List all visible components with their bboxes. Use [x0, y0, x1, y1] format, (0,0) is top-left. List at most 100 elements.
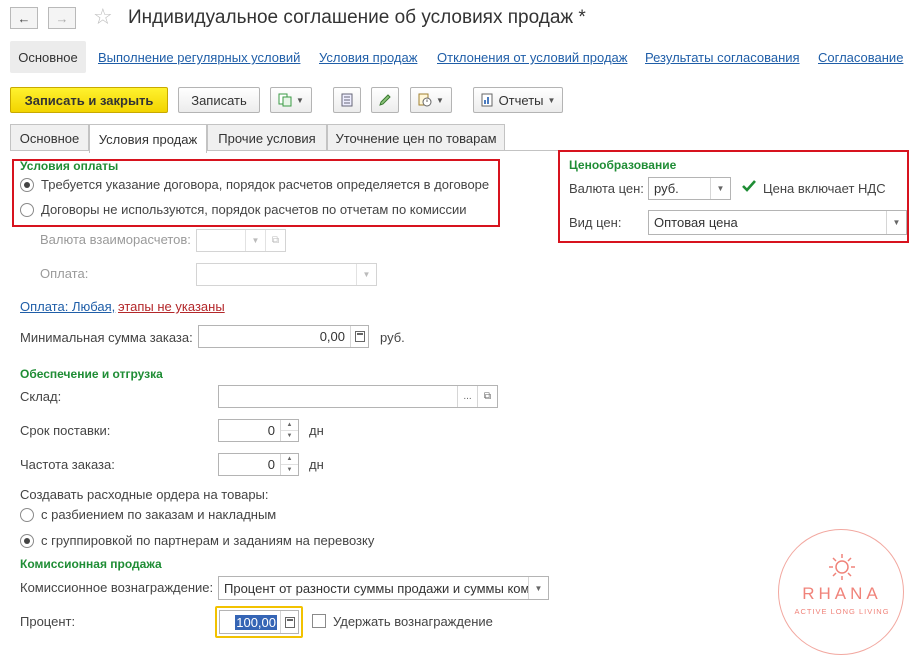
favorite-star-icon[interactable]: ☆ — [93, 4, 113, 30]
payment-label: Оплата: — [40, 266, 89, 281]
nav-link-label: Основное — [18, 49, 78, 65]
calculator-icon[interactable] — [350, 326, 368, 347]
brand-name: RHANA — [802, 584, 882, 603]
lead-time-label: Срок поставки: — [20, 423, 111, 438]
percent-value: 100,00 — [235, 614, 277, 630]
save-label: Записать — [191, 92, 247, 108]
orders-group-label[interactable]: с группировкой по партнерам и заданиям н… — [41, 533, 374, 548]
chevron-down-icon[interactable]: ▼ — [710, 178, 730, 199]
payment-option-commission-label[interactable]: Договоры не используются, порядок расчет… — [41, 202, 467, 217]
commission-reward-field[interactable]: Процент от разности суммы продажи и сумм… — [218, 576, 549, 600]
min-order-label: Минимальная сумма заказа: — [20, 330, 193, 345]
tab-label: Уточнение цен по товарам — [335, 130, 497, 146]
vat-included-label[interactable]: Цена включает НДС — [763, 181, 886, 196]
nav-link-deviations[interactable]: Отклонения от условий продаж — [437, 50, 627, 65]
vat-included-checkbox[interactable] — [742, 180, 756, 195]
back-button[interactable]: ← — [10, 7, 38, 29]
commission-reward-label: Комиссионное вознаграждение: — [20, 580, 214, 595]
window-title: Индивидуальное соглашение об условиях пр… — [128, 7, 586, 28]
withhold-reward-label[interactable]: Удержать вознаграждение — [333, 614, 493, 629]
tab-other-conditions[interactable]: Прочие условия — [207, 124, 327, 151]
commission-group-title: Комиссионная продажа — [20, 557, 162, 571]
tab-main[interactable]: Основное — [10, 124, 89, 151]
lead-time-stepper[interactable]: ▲ ▼ — [280, 420, 298, 441]
settlement-currency-label: Валюта взаиморасчетов: — [40, 232, 191, 247]
save-close-button[interactable]: Записать и закрыть — [10, 87, 168, 113]
nav-link-main[interactable]: Основное — [10, 41, 86, 73]
report-icon — [481, 93, 493, 107]
price-type-value: Оптовая цена — [654, 215, 738, 230]
nav-link-regular-conditions[interactable]: Выполнение регулярных условий — [98, 50, 300, 65]
edit-button[interactable] — [371, 87, 399, 113]
save-close-label: Записать и закрыть — [24, 92, 154, 108]
chevron-down-icon[interactable]: ▼ — [886, 211, 906, 234]
payment-option-contract-label[interactable]: Требуется указание договора, порядок рас… — [41, 177, 489, 192]
open-icon[interactable]: ⧉ — [265, 230, 285, 251]
lead-time-value: 0 — [267, 423, 275, 438]
payment-group-title: Условия оплаты — [20, 159, 119, 173]
chevron-down-icon: ▼ — [296, 95, 304, 105]
chevron-down-icon[interactable]: ▼ — [281, 464, 298, 475]
tab-sales-conditions[interactable]: Условия продаж — [89, 124, 207, 153]
payment-any-link[interactable]: Оплата: Любая, — [20, 299, 115, 314]
warehouse-label: Склад: — [20, 389, 62, 404]
task-button[interactable]: ▼ — [410, 87, 452, 113]
brand-tagline: ACTIVE LONG LIVING — [794, 607, 890, 616]
warehouse-field[interactable]: ... ⧉ — [218, 385, 498, 408]
shipping-group-title: Обеспечение и отгрузка — [20, 367, 163, 381]
clock-document-icon — [418, 93, 432, 107]
payment-option-commission-radio[interactable] — [20, 203, 34, 217]
save-button[interactable]: Записать — [178, 87, 260, 113]
list-icon — [341, 93, 353, 107]
select-ellipsis-icon[interactable]: ... — [457, 386, 477, 407]
calculator-icon[interactable] — [280, 611, 298, 633]
chevron-down-icon[interactable]: ▼ — [356, 264, 376, 285]
order-frequency-label: Частота заказа: — [20, 457, 115, 472]
order-frequency-value: 0 — [267, 457, 275, 472]
arrow-left-icon: ← — [17, 10, 31, 26]
document-create-icon — [278, 93, 292, 107]
arrow-right-icon: → — [55, 10, 69, 26]
chevron-down-icon[interactable]: ▼ — [281, 430, 298, 441]
reports-button[interactable]: Отчеты ▼ — [473, 87, 563, 113]
min-order-field[interactable]: 0,00 — [198, 325, 369, 348]
lead-time-field[interactable]: 0 ▲ ▼ — [218, 419, 299, 442]
create-based-on-button[interactable]: ▼ — [270, 87, 312, 113]
checkmark-icon — [742, 180, 756, 192]
order-frequency-field[interactable]: 0 ▲ ▼ — [218, 453, 299, 476]
price-type-field[interactable]: Оптовая цена ▼ — [648, 210, 907, 235]
price-currency-field[interactable]: руб. ▼ — [648, 177, 731, 200]
tab-price-refinement[interactable]: Уточнение цен по товарам — [327, 124, 505, 151]
pencil-icon — [379, 94, 391, 106]
min-order-unit: руб. — [380, 330, 405, 345]
forward-button[interactable]: → — [48, 7, 76, 29]
lead-time-unit: дн — [309, 423, 324, 438]
order-frequency-stepper[interactable]: ▲ ▼ — [280, 454, 298, 475]
orders-group-radio[interactable] — [20, 534, 34, 548]
order-frequency-unit: дн — [309, 457, 324, 472]
nav-link-approval-results[interactable]: Результаты согласования — [645, 50, 800, 65]
structure-button[interactable] — [333, 87, 361, 113]
sun-icon — [829, 554, 855, 580]
orders-split-label[interactable]: с разбиением по заказам и накладным — [41, 507, 276, 522]
payment-field[interactable]: ▼ — [196, 263, 377, 286]
chevron-down-icon[interactable]: ▼ — [528, 577, 548, 599]
payment-option-contract-radio[interactable] — [20, 178, 34, 192]
open-icon[interactable]: ⧉ — [477, 386, 497, 407]
chevron-up-icon[interactable]: ▲ — [281, 454, 298, 464]
nav-link-approval[interactable]: Согласование — [818, 50, 903, 65]
chevron-down-icon: ▼ — [436, 95, 444, 105]
percent-value-wrapper: 100,00 — [220, 614, 280, 630]
chevron-down-icon: ▼ — [547, 95, 556, 105]
orders-split-radio[interactable] — [20, 508, 34, 522]
min-order-value: 0,00 — [319, 329, 345, 344]
nav-link-sales-conditions[interactable]: Условия продаж — [319, 50, 417, 65]
chevron-down-icon[interactable]: ▼ — [245, 230, 265, 251]
tab-label: Основное — [19, 130, 80, 146]
chevron-up-icon[interactable]: ▲ — [281, 420, 298, 430]
settlement-currency-field[interactable]: ▼ ⧉ — [196, 229, 286, 252]
percent-field[interactable]: 100,00 — [219, 610, 299, 634]
commission-reward-value: Процент от разности суммы продажи и сумм… — [224, 580, 528, 596]
withhold-reward-checkbox[interactable] — [312, 614, 326, 628]
payment-stages-link[interactable]: этапы не указаны — [118, 299, 225, 314]
